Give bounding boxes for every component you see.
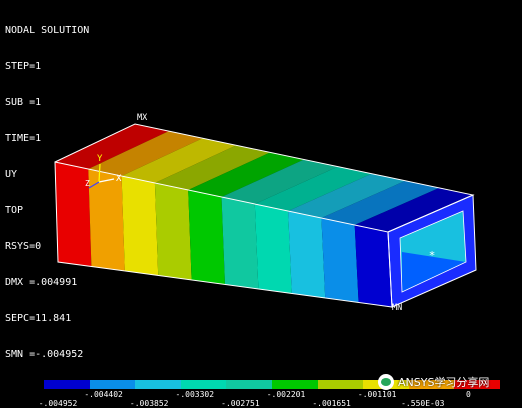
triad-x-label: X [116, 174, 122, 184]
info-line-layer: TOP [5, 205, 24, 216]
legend-swatch [271, 380, 318, 389]
info-line-sub: SUB =1 [5, 97, 42, 108]
legend-swatch [44, 380, 90, 389]
watermark-text: ANSYS学习分享网 [398, 376, 490, 389]
info-line-sepc: SEPC=11.841 [5, 313, 72, 324]
min-label: MN [392, 303, 403, 313]
triad-y-label: Y [97, 154, 103, 164]
node-marker: * [429, 249, 436, 262]
info-line-smn: SMN =-.004952 [5, 349, 84, 360]
max-label: MX [137, 113, 148, 123]
info-line-time: TIME=1 [5, 133, 42, 144]
contour-band [121, 176, 159, 276]
info-line-rsys: RSYS=0 [5, 241, 42, 252]
legend-swatch [135, 380, 181, 389]
info-line-item: UY [5, 169, 18, 180]
solution-title: NODAL SOLUTION [5, 25, 90, 36]
contour-band [154, 183, 192, 280]
legend-swatch [226, 380, 272, 389]
info-line-dmx: DMX =.004991 [5, 277, 78, 288]
contour-band [288, 211, 326, 298]
contour-band [354, 225, 392, 307]
contour-band [88, 169, 125, 271]
info-line-step: STEP=1 [5, 61, 42, 72]
legend-swatch [317, 380, 364, 389]
contour-band [321, 218, 359, 303]
wechat-logo-icon [378, 374, 394, 390]
legend-tick-label: -.002201 [266, 390, 306, 399]
legend-tick-label: -.004402 [84, 390, 123, 399]
contour-band [254, 204, 292, 294]
legend-tick-label: -.003302 [175, 390, 215, 399]
watermark: ANSYS学习分享网 [378, 372, 489, 392]
contour-band [221, 197, 259, 289]
legend-swatch [89, 380, 136, 389]
contour-band [188, 190, 225, 285]
solution-info: NODAL SOLUTION STEP=1 SUB =1 TIME=1 UY T… [5, 1, 89, 373]
legend-swatch [180, 380, 227, 389]
